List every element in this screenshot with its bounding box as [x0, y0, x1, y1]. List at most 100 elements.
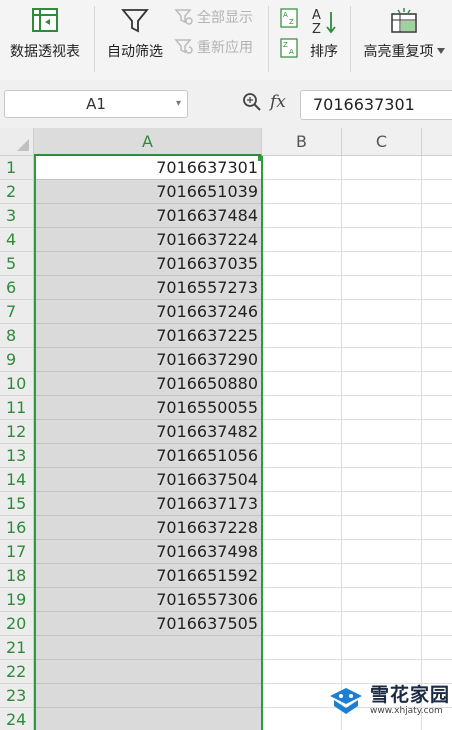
cell-c[interactable]	[342, 156, 422, 180]
cell-a[interactable]: 7016637224	[34, 228, 262, 252]
cell-b[interactable]	[262, 276, 342, 300]
cell-c[interactable]	[342, 348, 422, 372]
cell-c[interactable]	[342, 252, 422, 276]
search-icon[interactable]	[242, 92, 262, 112]
row-header[interactable]: 24	[0, 708, 34, 730]
row-header[interactable]: 7	[0, 300, 34, 324]
row-header[interactable]: 10	[0, 372, 34, 396]
cell-b[interactable]	[262, 204, 342, 228]
cell-d[interactable]	[422, 636, 452, 660]
cell-d[interactable]	[422, 204, 452, 228]
cell-a[interactable]: 7016637504	[34, 468, 262, 492]
cell-c[interactable]	[342, 276, 422, 300]
pivot-table-button[interactable]: 数据透视表	[6, 6, 84, 61]
cell-a[interactable]: 7016637173	[34, 492, 262, 516]
cell-b[interactable]	[262, 396, 342, 420]
cell-d[interactable]	[422, 300, 452, 324]
cell-b[interactable]	[262, 228, 342, 252]
cell-c[interactable]	[342, 420, 422, 444]
row-header[interactable]: 23	[0, 684, 34, 708]
show-all-button[interactable]: 全部显示	[174, 7, 253, 27]
row-header[interactable]: 5	[0, 252, 34, 276]
cell-a[interactable]: 7016651056	[34, 444, 262, 468]
cell-b[interactable]	[262, 180, 342, 204]
cell-b[interactable]	[262, 372, 342, 396]
cell-c[interactable]	[342, 564, 422, 588]
cell-b[interactable]	[262, 516, 342, 540]
cell-c[interactable]	[342, 180, 422, 204]
autofilter-button[interactable]: 自动筛选	[102, 6, 168, 61]
cell-c[interactable]	[342, 324, 422, 348]
cell-a[interactable]: 7016637484	[34, 204, 262, 228]
cell-a[interactable]: 7016637246	[34, 300, 262, 324]
row-header[interactable]: 8	[0, 324, 34, 348]
cell-a[interactable]: 7016557273	[34, 276, 262, 300]
cell-b[interactable]	[262, 420, 342, 444]
cell-b[interactable]	[262, 444, 342, 468]
row-header[interactable]: 19	[0, 588, 34, 612]
cell-a[interactable]: 7016637505	[34, 612, 262, 636]
cell-d[interactable]	[422, 348, 452, 372]
cell-a[interactable]: 7016637498	[34, 540, 262, 564]
cell-b[interactable]	[262, 540, 342, 564]
cell-c[interactable]	[342, 468, 422, 492]
cell-a[interactable]: 7016550055	[34, 396, 262, 420]
row-header[interactable]: 16	[0, 516, 34, 540]
select-all-corner[interactable]	[0, 128, 34, 156]
cell-d[interactable]	[422, 540, 452, 564]
cell-a[interactable]: 7016637225	[34, 324, 262, 348]
row-header[interactable]: 22	[0, 660, 34, 684]
cell-a[interactable]: 7016557306	[34, 588, 262, 612]
row-header[interactable]: 21	[0, 636, 34, 660]
row-header[interactable]: 12	[0, 420, 34, 444]
cell-a[interactable]	[34, 708, 262, 730]
chevron-down-icon[interactable]	[436, 48, 445, 54]
cell-d[interactable]	[422, 612, 452, 636]
row-header[interactable]: 15	[0, 492, 34, 516]
cell-b[interactable]	[262, 324, 342, 348]
cell-d[interactable]	[422, 588, 452, 612]
cell-c[interactable]	[342, 204, 422, 228]
cell-c[interactable]	[342, 300, 422, 324]
row-header[interactable]: 9	[0, 348, 34, 372]
cell-b[interactable]	[262, 492, 342, 516]
name-box[interactable]: A1 ▾	[4, 90, 188, 118]
cell-a[interactable]: 7016637228	[34, 516, 262, 540]
row-header[interactable]: 18	[0, 564, 34, 588]
cell-d[interactable]	[422, 324, 452, 348]
chevron-down-icon[interactable]: ▾	[176, 91, 181, 117]
cell-b[interactable]	[262, 588, 342, 612]
column-header-c[interactable]: C	[342, 128, 422, 156]
sort-button[interactable]: A Z 排序	[306, 6, 342, 61]
cell-c[interactable]	[342, 636, 422, 660]
cell-d[interactable]	[422, 468, 452, 492]
cell-a[interactable]	[34, 660, 262, 684]
cell-c[interactable]	[342, 516, 422, 540]
highlight-duplicates-button[interactable]: 高亮重复项	[358, 6, 450, 61]
cell-d[interactable]	[422, 444, 452, 468]
cell-b[interactable]	[262, 252, 342, 276]
cell-d[interactable]	[422, 516, 452, 540]
cell-c[interactable]	[342, 588, 422, 612]
cell-b[interactable]	[262, 564, 342, 588]
cell-d[interactable]	[422, 372, 452, 396]
row-header[interactable]: 11	[0, 396, 34, 420]
reapply-button[interactable]: 重新应用	[174, 37, 253, 57]
cell-a[interactable]: 7016650880	[34, 372, 262, 396]
cell-d[interactable]	[422, 156, 452, 180]
cell-a[interactable]	[34, 684, 262, 708]
row-header[interactable]: 2	[0, 180, 34, 204]
cell-b[interactable]	[262, 612, 342, 636]
cell-c[interactable]	[342, 372, 422, 396]
column-header-b[interactable]: B	[262, 128, 342, 156]
cell-d[interactable]	[422, 180, 452, 204]
row-header[interactable]: 17	[0, 540, 34, 564]
row-header[interactable]: 20	[0, 612, 34, 636]
cell-d[interactable]	[422, 252, 452, 276]
column-header-d[interactable]	[422, 128, 452, 156]
cell-c[interactable]	[342, 492, 422, 516]
formula-input[interactable]: 7016637301	[300, 90, 452, 120]
cell-a[interactable]: 7016637290	[34, 348, 262, 372]
row-header[interactable]: 14	[0, 468, 34, 492]
cell-a[interactable]: 7016651592	[34, 564, 262, 588]
